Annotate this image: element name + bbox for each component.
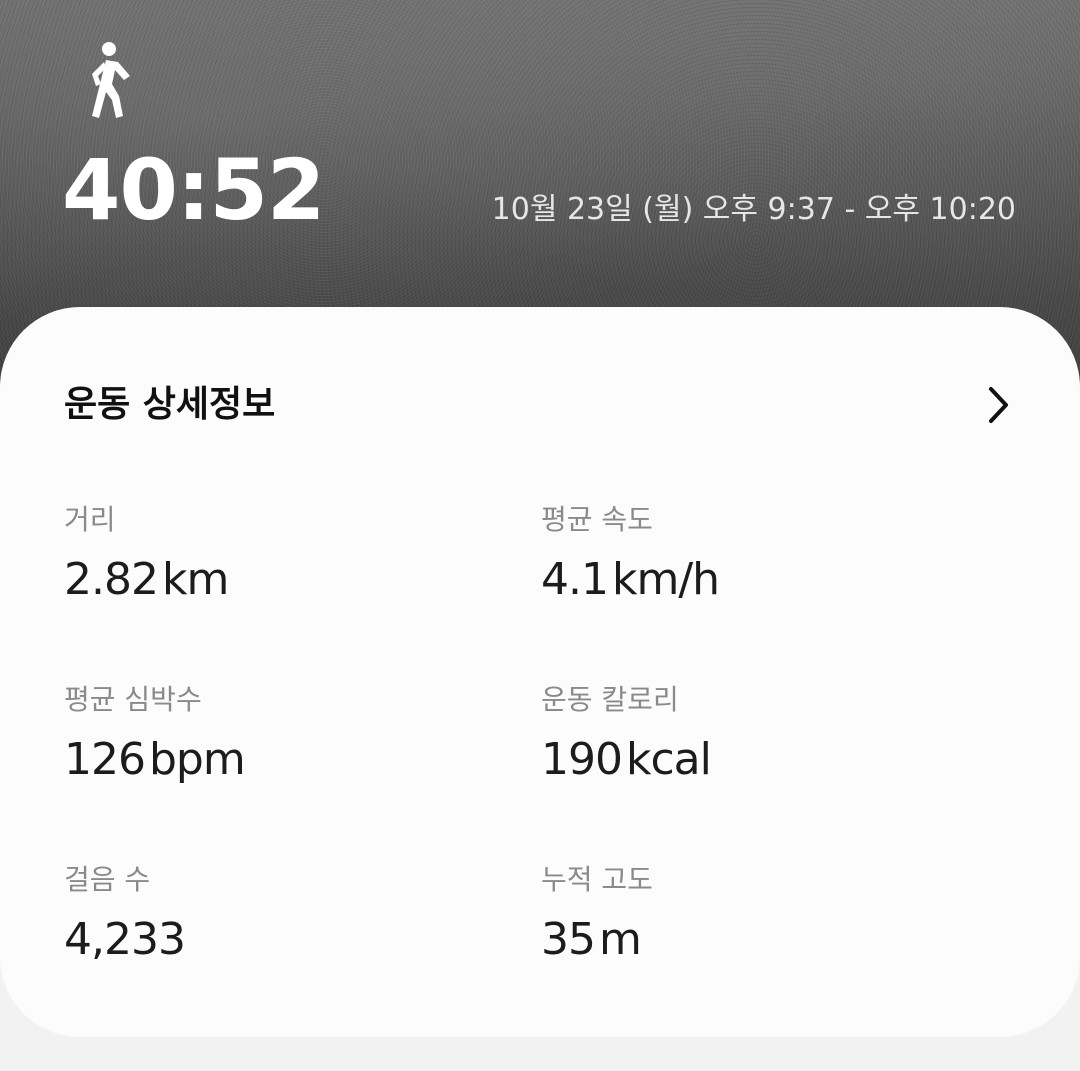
stat-distance: 거리 2.82km (64, 502, 484, 608)
stat-elevation-gain: 누적 고도 35m (541, 862, 961, 968)
walking-person-icon (92, 42, 130, 118)
stat-average-heart-rate: 평균 심박수 126bpm (64, 682, 484, 788)
stat-label: 운동 칼로리 (541, 683, 679, 716)
stat-steps: 걸음 수 4,233 (64, 862, 484, 968)
stat-label: 평균 심박수 (64, 683, 202, 716)
stat-average-speed: 평균 속도 4.1km/h (541, 502, 961, 608)
stat-value: 126bpm (64, 734, 246, 785)
stat-label: 거리 (64, 503, 116, 536)
stat-value: 2.82km (64, 554, 229, 605)
stat-value: 190kcal (541, 734, 712, 785)
stat-label: 누적 고도 (541, 863, 653, 896)
workout-details-card: 운동 상세정보 거리 2.82km 평균 속도 4.1km/h 평균 심박수 1… (0, 307, 1080, 1037)
stat-calories: 운동 칼로리 190kcal (541, 682, 961, 788)
stat-label: 걸음 수 (64, 863, 151, 896)
workout-duration: 40:52 (62, 141, 325, 239)
details-title[interactable]: 운동 상세정보 (64, 382, 275, 428)
chevron-right-icon[interactable] (986, 385, 1012, 425)
workout-date-range: 10월 23일 (월) 오후 9:37 - 오후 10:20 (491, 192, 1016, 227)
stat-value: 4.1km/h (541, 554, 720, 605)
stat-label: 평균 속도 (541, 503, 653, 536)
stat-value: 35m (541, 914, 642, 965)
stat-value: 4,233 (64, 914, 186, 965)
